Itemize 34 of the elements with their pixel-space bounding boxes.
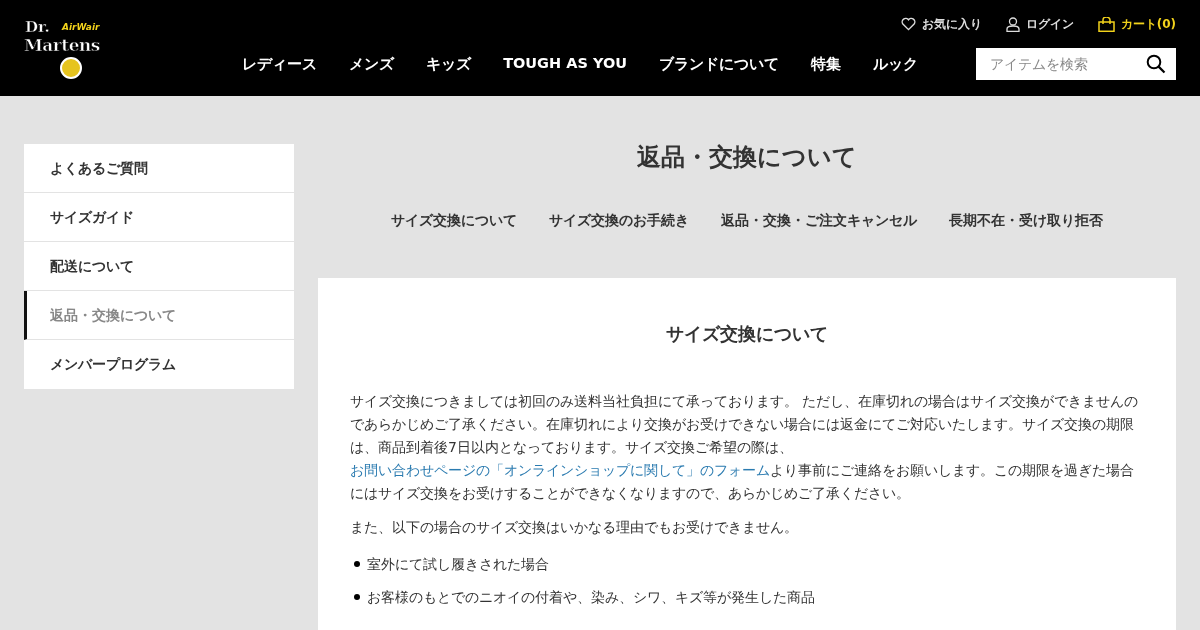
nav-link[interactable]: 特集 <box>811 54 841 74</box>
sidebar-item[interactable]: よくあるご質問 <box>24 144 294 193</box>
section-link[interactable]: 長期不在・受け取り拒否 <box>949 212 1103 278</box>
contact-form-link[interactable]: お問い合わせページの「オンラインショップに関して」のフォーム <box>350 462 770 478</box>
sidebar-item[interactable]: メンバープログラム <box>24 340 294 389</box>
sidebar-item[interactable]: サイズガイド <box>24 193 294 242</box>
heart-icon <box>900 17 916 31</box>
paragraph: サイズ交換につきましては初回のみ送料当社負担にて承っております。 ただし、在庫切れの場合はサイズ交換ができませんのであらかじめご了承ください。在庫切れにより交換がお受けできない場合には返金にてご対応いたします。サイズ交換の期限は、商品到着後7日以内となっております。サイズ交換ご希望の際は、 お問い合わせページの「オンラインショップに関して」のフォームより事前にご連絡をお願いします。この期限を過ぎた場合にはサイズ交換をお受けすることができなくなりますので、あらかじめご了承ください。 <box>350 392 1140 503</box>
nav-link[interactable]: レディース <box>242 54 318 74</box>
nav-link[interactable]: TOUGH AS YOU <box>503 54 627 74</box>
cart-link[interactable]: カート(0) <box>1097 15 1176 33</box>
list-item: お客様のもとでのニオイの付着や、染み、シワ、キズ等が発生した商品 <box>367 588 815 607</box>
page-title: 返品・交換について <box>636 144 858 170</box>
search-field[interactable]: アイテムを検索 <box>976 48 1176 80</box>
section-heading: サイズ交換について <box>665 322 829 346</box>
bullet-icon <box>354 561 360 567</box>
nav-link[interactable]: ブランドについて <box>659 54 779 74</box>
list-item: 室外にて試し履きされた場合 <box>367 555 549 574</box>
sidebar-item[interactable]: 配送について <box>24 242 294 291</box>
sidebar-item[interactable]: 返品・交換について <box>24 291 294 340</box>
nav-link[interactable]: メンズ <box>349 54 395 74</box>
user-icon <box>1005 16 1020 32</box>
shopping-bag-icon <box>1097 16 1115 32</box>
favorites-link[interactable]: お気に入り <box>900 15 982 33</box>
nav-link[interactable]: キッズ <box>426 54 472 74</box>
paragraph: また、以下の場合のサイズ交換はいかなる理由でもお受けできません。 <box>350 518 799 537</box>
section-link[interactable]: 返品・交換・ご注文キャンセル <box>721 212 917 278</box>
brand-logo[interactable]: Dr. AirWair Martens <box>24 18 122 78</box>
bullet-icon <box>354 594 360 600</box>
nav-link[interactable]: ルック <box>873 54 918 74</box>
section-link[interactable]: サイズ交換のお手続き <box>549 212 689 278</box>
login-link[interactable]: ログイン <box>1005 15 1074 33</box>
section-link[interactable]: サイズ交換について <box>391 212 517 278</box>
search-icon[interactable] <box>1146 54 1166 74</box>
